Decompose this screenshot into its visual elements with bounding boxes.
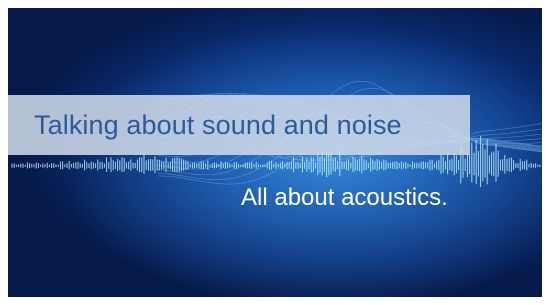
banner-subtitle: All about acoustics. <box>241 184 448 211</box>
image-frame: Talking about sound and noise All about … <box>0 0 547 305</box>
banner-title: Talking about sound and noise <box>34 110 402 140</box>
acoustics-banner-image: Talking about sound and noise All about … <box>8 8 542 297</box>
